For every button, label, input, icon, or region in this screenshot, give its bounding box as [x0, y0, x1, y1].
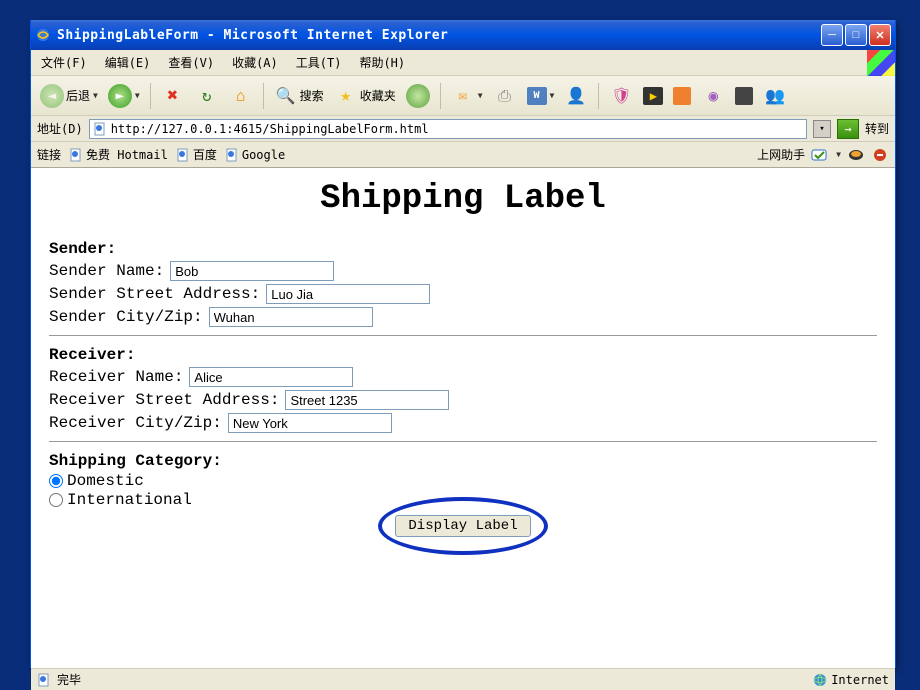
back-button[interactable]: ◄后退▼	[37, 81, 101, 111]
links-bar: 链接 免费 Hotmail 百度 Google 上网助手 ▼	[31, 142, 895, 168]
back-label: 后退	[66, 87, 90, 104]
domestic-label: Domestic	[67, 472, 144, 490]
zone-label: Internet	[831, 673, 889, 687]
ie-icon	[35, 27, 51, 43]
favorites-button[interactable]: ★收藏夹	[331, 81, 399, 111]
address-bar: 地址(D) http://127.0.0.1:4615/ShippingLabe…	[31, 116, 895, 142]
sender-name-input[interactable]	[170, 261, 334, 281]
separator	[263, 83, 264, 109]
mail-button[interactable]: ✉▼	[448, 81, 486, 111]
refresh-button[interactable]: ↻	[192, 81, 222, 111]
page-content: Shipping Label Sender: Sender Name: Send…	[31, 168, 895, 668]
go-label: 转到	[865, 120, 889, 137]
menu-file[interactable]: 文件(F)	[37, 52, 91, 73]
msn-button[interactable]: 👥	[760, 81, 790, 111]
status-text: 完毕	[57, 671, 81, 688]
link-label: Google	[242, 148, 285, 162]
internet-zone-icon	[813, 673, 827, 687]
tool-icon-4[interactable]: ◉	[698, 81, 728, 111]
sender-street-label: Sender Street Address:	[49, 285, 260, 303]
receiver-street-input[interactable]	[285, 390, 449, 410]
link-label: 百度	[193, 146, 217, 163]
sender-heading: Sender:	[49, 240, 877, 258]
home-button[interactable]: ⌂	[226, 81, 256, 111]
divider	[49, 335, 877, 336]
menu-tools[interactable]: 工具(T)	[292, 52, 346, 73]
page-icon	[69, 148, 83, 162]
links-label: 链接	[37, 146, 61, 163]
sender-city-label: Sender City/Zip:	[49, 308, 203, 326]
print-button[interactable]: ⎙	[490, 81, 520, 111]
security-zone: Internet	[813, 673, 889, 687]
url-text: http://127.0.0.1:4615/ShippingLabelForm.…	[111, 122, 803, 136]
address-input[interactable]: http://127.0.0.1:4615/ShippingLabelForm.…	[89, 119, 807, 139]
go-button[interactable]: →	[837, 119, 859, 139]
receiver-street-label: Receiver Street Address:	[49, 391, 279, 409]
page-heading: Shipping Label	[49, 180, 877, 218]
menu-view[interactable]: 查看(V)	[164, 52, 218, 73]
page-icon	[176, 148, 190, 162]
helper-icon-3[interactable]	[871, 147, 889, 163]
display-label-button[interactable]: Display Label	[395, 515, 530, 537]
separator	[440, 83, 441, 109]
sender-street-input[interactable]	[266, 284, 430, 304]
net-helper-label: 上网助手	[757, 146, 805, 163]
sender-city-input[interactable]	[209, 307, 373, 327]
international-radio[interactable]	[49, 493, 63, 507]
address-dropdown[interactable]: ▾	[813, 120, 831, 138]
address-label: 地址(D)	[37, 120, 83, 137]
tool-icon-2[interactable]: ▶	[640, 84, 666, 108]
links-right: 上网助手 ▼	[757, 146, 889, 163]
receiver-name-label: Receiver Name:	[49, 368, 183, 386]
stop-button[interactable]: ✖	[158, 81, 188, 111]
minimize-button[interactable]: ─	[821, 24, 843, 46]
receiver-heading: Receiver:	[49, 346, 877, 364]
favorites-label: 收藏夹	[360, 87, 396, 104]
window-title: ShippingLableForm - Microsoft Internet E…	[57, 28, 821, 43]
separator	[598, 83, 599, 109]
messenger-button[interactable]: 👤	[561, 81, 591, 111]
page-icon	[93, 122, 107, 136]
sender-name-label: Sender Name:	[49, 262, 164, 280]
page-icon	[225, 148, 239, 162]
helper-dropdown[interactable]: ▼	[836, 150, 841, 159]
menu-favorites[interactable]: 收藏(A)	[228, 52, 282, 73]
receiver-city-label: Receiver City/Zip:	[49, 414, 222, 432]
menubar: 文件(F) 编辑(E) 查看(V) 收藏(A) 工具(T) 帮助(H)	[31, 50, 895, 76]
statusbar: 完毕 Internet	[31, 668, 895, 690]
history-button[interactable]	[403, 81, 433, 111]
windows-flag-icon	[867, 50, 895, 76]
link-hotmail[interactable]: 免费 Hotmail	[69, 146, 168, 163]
receiver-city-input[interactable]	[228, 413, 392, 433]
link-label: 免费 Hotmail	[86, 146, 168, 163]
link-google[interactable]: Google	[225, 148, 285, 162]
search-button[interactable]: 🔍搜索	[271, 81, 327, 111]
menu-help[interactable]: 帮助(H)	[355, 52, 409, 73]
titlebar: ShippingLableForm - Microsoft Internet E…	[31, 20, 895, 50]
divider	[49, 441, 877, 442]
maximize-button[interactable]: □	[845, 24, 867, 46]
separator	[150, 83, 151, 109]
edit-word-button[interactable]: W▼	[524, 84, 558, 108]
tool-icon-5[interactable]	[732, 84, 756, 108]
close-button[interactable]: ✕	[869, 24, 891, 46]
link-baidu[interactable]: 百度	[176, 146, 217, 163]
toolbar: ◄后退▼ ►▼ ✖ ↻ ⌂ 🔍搜索 ★收藏夹 ✉▼ ⎙ W▼ 👤 🛡 ▶ ◉ 👥	[31, 76, 895, 116]
page-icon	[37, 673, 51, 687]
tool-icon-1[interactable]: 🛡	[606, 81, 636, 111]
submit-area: Display Label	[49, 515, 877, 537]
tool-icon-3[interactable]	[670, 84, 694, 108]
helper-icon-2[interactable]	[847, 147, 865, 163]
forward-button[interactable]: ►▼	[105, 81, 143, 111]
helper-icon-1[interactable]	[811, 147, 829, 163]
receiver-name-input[interactable]	[189, 367, 353, 387]
search-label: 搜索	[300, 87, 324, 104]
category-heading: Shipping Category:	[49, 452, 877, 470]
window-buttons: ─ □ ✕	[821, 24, 891, 46]
browser-window: ShippingLableForm - Microsoft Internet E…	[30, 20, 896, 668]
menu-edit[interactable]: 编辑(E)	[101, 52, 155, 73]
international-label: International	[67, 491, 192, 509]
domestic-radio[interactable]	[49, 474, 63, 488]
